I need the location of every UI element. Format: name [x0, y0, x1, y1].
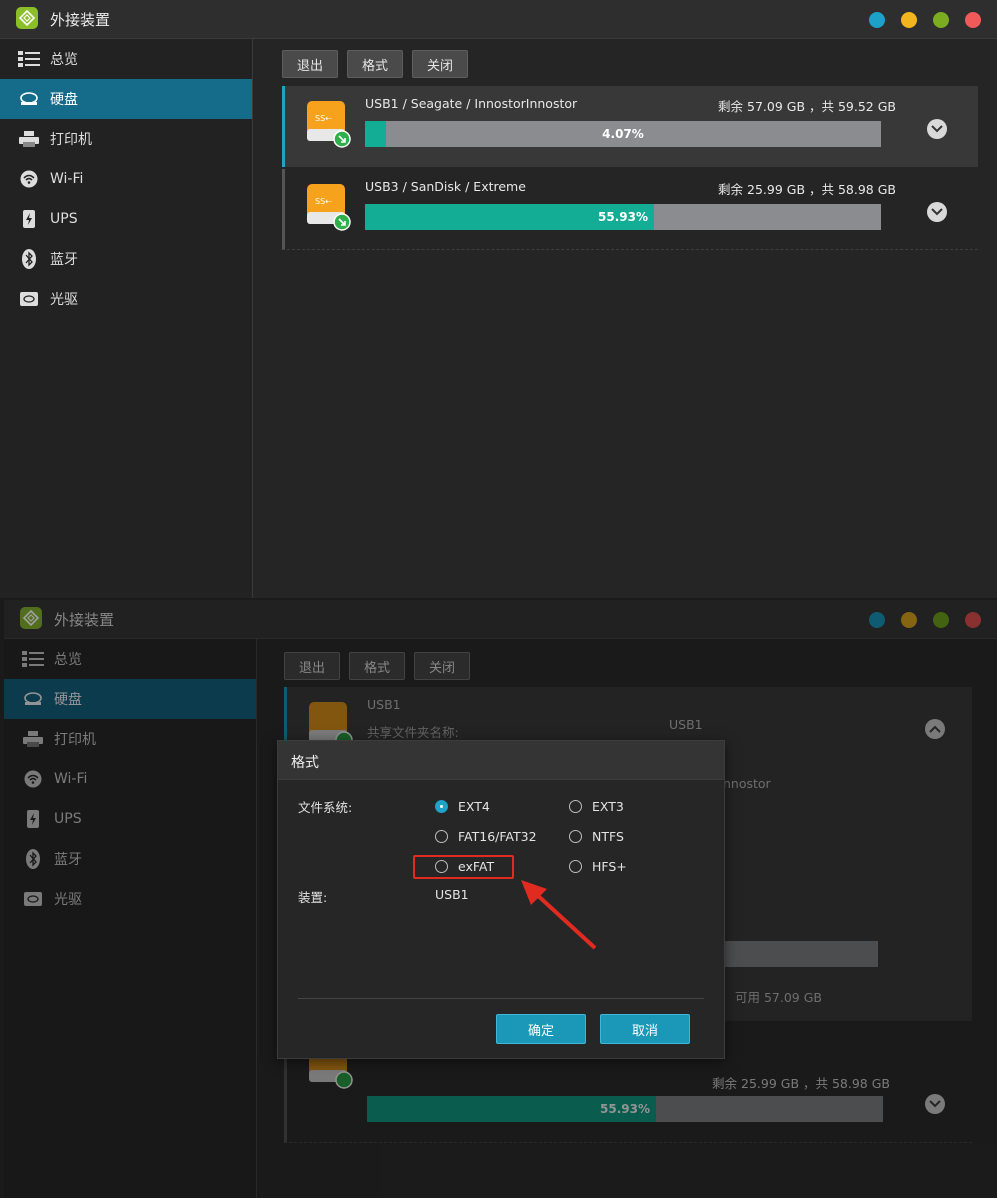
toolbar: 退出 格式 关闭 [282, 50, 469, 78]
expand-button[interactable] [927, 119, 947, 139]
format-button[interactable]: 格式 [347, 50, 404, 78]
wifi-icon [18, 169, 40, 189]
eject-button[interactable]: 退出 [282, 50, 339, 78]
help-button[interactable] [869, 12, 885, 28]
close-window-button[interactable] [965, 12, 981, 28]
dialog-header: 格式 [278, 741, 724, 780]
radio-checked-icon [435, 800, 448, 813]
sidebar-item-bluetooth[interactable]: 蓝牙 [0, 239, 252, 279]
drive-name: USB1 / Seagate / InnostorInnostor [365, 96, 578, 111]
usage-percent: 4.07% [602, 127, 644, 141]
radio-ntfs[interactable]: NTFS [569, 829, 624, 844]
title-bar: 外接装置 [0, 0, 997, 39]
sidebar-item-label: 打印机 [50, 132, 92, 148]
minimize-button[interactable] [901, 12, 917, 28]
device-value: USB1 [435, 887, 469, 902]
drive-row-usb3[interactable]: SS⇠ USB3 / SanDisk / Extreme 剩余 25.99 GB… [282, 169, 978, 250]
radio-ext3[interactable]: EXT3 [569, 799, 624, 814]
confirm-button[interactable]: 确定 [496, 1014, 586, 1044]
radio-ext4[interactable]: EXT4 [435, 799, 490, 814]
sidebar-item-label: UPS [50, 211, 78, 227]
drive-size: 剩余 25.99 GB ，共 58.98 GB [718, 182, 896, 197]
external-devices-window: 外接装置 总览 硬盘 打印机 Wi-Fi UPS 蓝牙 光驱 退出 格式 关闭 … [0, 0, 997, 598]
optical-drive-icon [18, 289, 40, 309]
dialog-divider [298, 998, 704, 999]
sidebar: 总览 硬盘 打印机 Wi-Fi UPS 蓝牙 光驱 [0, 39, 253, 598]
maximize-button[interactable] [933, 12, 949, 28]
sidebar-item-wifi[interactable]: Wi-Fi [0, 159, 252, 199]
svg-text:SS⇠: SS⇠ [315, 114, 332, 123]
radio-hfs-plus[interactable]: HFS+ [569, 859, 627, 874]
external-devices-window-format: 外接装置 总览 硬盘 打印机 Wi-Fi UPS 蓝牙 光驱 退出 格式 关闭 … [0, 600, 997, 1198]
radio-label: NTFS [592, 829, 624, 844]
cancel-button[interactable]: 取消 [600, 1014, 690, 1044]
dialog-title: 格式 [291, 755, 319, 771]
ups-icon [18, 209, 40, 229]
radio-label: EXT3 [592, 799, 624, 814]
sidebar-item-label: 蓝牙 [50, 252, 78, 268]
sidebar-item-hard-disk[interactable]: 硬盘 [0, 79, 252, 119]
sidebar-item-label: 光驱 [50, 292, 78, 308]
usb-drive-icon: SS⇠ [305, 182, 351, 238]
radio-unchecked-icon [569, 860, 582, 873]
radio-unchecked-icon [569, 830, 582, 843]
sidebar-item-printer[interactable]: 打印机 [0, 119, 252, 159]
sidebar-item-overview[interactable]: 总览 [0, 39, 252, 79]
red-arrow-annotation-icon [521, 880, 597, 950]
main-panel: 退出 格式 关闭 SS⇠ USB1 / Seagate / InnostorIn… [253, 39, 997, 598]
radio-label: HFS+ [592, 859, 627, 874]
radio-unchecked-icon [569, 800, 582, 813]
printer-icon [18, 129, 40, 149]
usage-percent: 55.93% [598, 210, 648, 224]
window-title: 外接装置 [50, 11, 111, 29]
format-dialog: 格式 文件系统: EXT4 EXT3 FAT16/FAT32 NTFS exFA… [277, 740, 725, 1059]
device-label: 装置: [298, 890, 328, 905]
sidebar-item-label: 总览 [50, 52, 78, 68]
exfat-highlight-box [413, 855, 514, 879]
overview-icon [18, 49, 40, 69]
sidebar-item-optical-drive[interactable]: 光驱 [0, 279, 252, 319]
radio-unchecked-icon [435, 830, 448, 843]
usb-drive-icon: SS⇠ [305, 99, 351, 155]
sidebar-item-ups[interactable]: UPS [0, 199, 252, 239]
file-system-label: 文件系统: [298, 800, 353, 815]
radio-label: EXT4 [458, 799, 490, 814]
drive-row-usb1[interactable]: SS⇠ USB1 / Seagate / InnostorInnostor 剩余… [282, 86, 978, 167]
usage-bar: 55.93% [365, 204, 881, 230]
radio-fat16-fat32[interactable]: FAT16/FAT32 [435, 829, 537, 844]
drive-name: USB3 / SanDisk / Extreme [365, 179, 526, 194]
sidebar-item-label: Wi-Fi [50, 171, 84, 187]
expand-button[interactable] [927, 202, 947, 222]
bluetooth-icon [18, 249, 40, 269]
hard-disk-icon [18, 89, 40, 109]
sidebar-item-label: 硬盘 [50, 92, 78, 108]
svg-text:SS⇠: SS⇠ [315, 197, 332, 206]
radio-label: FAT16/FAT32 [458, 829, 537, 844]
drive-size: 剩余 57.09 GB ，共 59.52 GB [718, 99, 896, 114]
close-button[interactable]: 关闭 [412, 50, 469, 78]
usage-bar: 4.07% [365, 121, 881, 147]
app-logo-icon [16, 7, 38, 29]
